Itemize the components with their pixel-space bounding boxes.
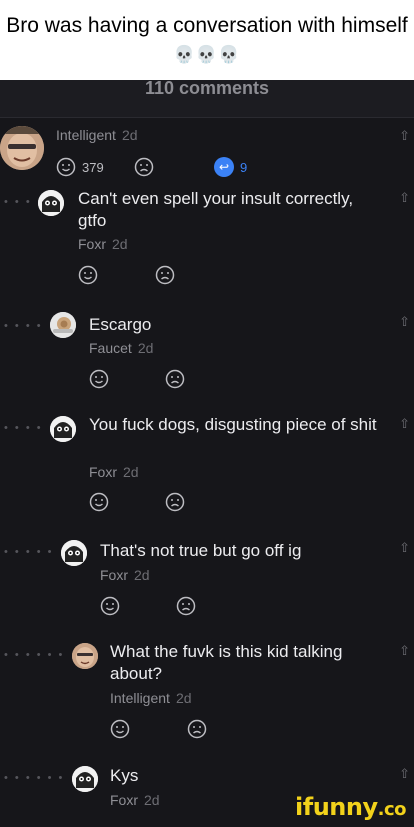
share-icon[interactable]: ⇧ <box>399 540 410 556</box>
smile-reaction[interactable]: 379 <box>56 157 104 177</box>
comment-text: You fuck dogs, disgusting piece of shit <box>89 415 377 434</box>
comment-meta: Intelligent 2d <box>110 690 192 706</box>
timestamp: 2d <box>112 236 128 252</box>
thread-depth-dots: • • • • • • <box>4 649 65 661</box>
frown-reaction[interactable] <box>134 157 154 177</box>
frown-reaction[interactable] <box>165 492 185 515</box>
comment-meta: Foxr 2d <box>78 236 128 252</box>
comment-text: What the fuvk is this kid talking about? <box>110 642 343 683</box>
reply-count: 9 <box>240 159 248 175</box>
username[interactable]: Foxr <box>110 792 138 808</box>
share-icon[interactable]: ⇧ <box>399 128 410 144</box>
thread-depth-dots: • • • • • <box>4 546 54 558</box>
comments-screen: 110 comments Intelligent 2d ⇧ 379 ↩ 9 • •… <box>0 80 414 827</box>
watermark-text: ifunny <box>295 793 378 821</box>
timestamp: 2d <box>175 690 192 706</box>
smile-icon <box>78 265 98 285</box>
smile-reaction[interactable] <box>78 265 98 288</box>
smile-reaction[interactable] <box>89 369 109 392</box>
avatar-foxr[interactable] <box>50 416 76 442</box>
face-photo-icon <box>0 126 44 170</box>
username[interactable]: Foxr <box>89 464 117 480</box>
replies-button[interactable]: ↩ 9 <box>214 157 247 177</box>
skull-emoji: 💀💀💀 <box>173 45 241 64</box>
smile-reaction[interactable] <box>100 596 120 619</box>
comments-header: 110 comments <box>0 80 414 118</box>
frown-reaction[interactable] <box>155 265 175 288</box>
username[interactable]: Foxr <box>100 567 128 583</box>
smile-icon <box>89 369 109 389</box>
cartoon-avatar-icon <box>61 540 87 566</box>
frown-reaction[interactable] <box>165 369 185 392</box>
timestamp: 2d <box>123 464 139 480</box>
timestamp: 2d <box>144 792 160 808</box>
reply-arrow-icon: ↩ <box>214 157 234 177</box>
thread-depth-dots: • • • • <box>4 320 43 332</box>
username[interactable]: Foxr <box>78 236 106 252</box>
avatar-foxr[interactable] <box>72 766 98 792</box>
comment-text: Can't even spell your insult correctly, … <box>78 189 354 230</box>
frown-icon <box>165 492 185 512</box>
comment-text: That's not true but go off ig <box>100 541 302 560</box>
smile-reaction[interactable] <box>110 719 130 742</box>
thread-depth-dots: • • • • <box>4 422 43 434</box>
comment-text: Escargo <box>89 315 152 334</box>
smile-reaction[interactable] <box>89 492 109 515</box>
face-photo-icon <box>72 643 98 669</box>
frown-reaction[interactable] <box>176 596 196 619</box>
share-icon[interactable]: ⇧ <box>399 643 410 659</box>
thread-depth-dots: • • • • • • <box>4 772 65 784</box>
cartoon-avatar-icon <box>38 190 64 216</box>
caption-text: Bro was having a conversation with himse… <box>6 14 408 37</box>
comment-meta: Faucet 2d <box>89 340 153 356</box>
timestamp: 2d <box>121 127 138 143</box>
timestamp: 2d <box>134 567 150 583</box>
smile-icon <box>89 492 109 512</box>
frown-icon <box>134 157 154 177</box>
snail-avatar-icon <box>50 312 76 338</box>
cartoon-avatar-icon <box>50 416 76 442</box>
avatar-foxr[interactable] <box>38 190 64 216</box>
avatar-intelligent[interactable] <box>0 126 44 170</box>
username[interactable]: Intelligent <box>110 690 170 706</box>
timestamp: 2d <box>137 340 154 356</box>
avatar-intelligent[interactable] <box>72 643 98 669</box>
avatar-foxr[interactable] <box>61 540 87 566</box>
smile-icon <box>56 157 76 177</box>
comments-count-title: 110 comments <box>144 80 270 98</box>
watermark-suffix: .co <box>377 799 407 820</box>
username[interactable]: Intelligent <box>56 127 116 143</box>
frown-reaction[interactable] <box>187 719 207 742</box>
smile-count: 379 <box>82 159 104 175</box>
username[interactable]: Faucet <box>89 340 132 356</box>
comment-meta: Foxr 2d <box>110 792 160 808</box>
ifunny-watermark: ifunny.co <box>295 793 406 821</box>
share-icon[interactable]: ⇧ <box>399 766 410 782</box>
smile-icon <box>100 596 120 616</box>
thread-depth-dots: • • • <box>4 196 32 208</box>
cartoon-avatar-icon <box>72 766 98 792</box>
comment-meta: Foxr 2d <box>100 567 150 583</box>
share-icon[interactable]: ⇧ <box>399 190 410 206</box>
frown-icon <box>187 719 207 739</box>
avatar-faucet[interactable] <box>50 312 76 338</box>
meme-caption: Bro was having a conversation with himse… <box>0 0 414 80</box>
comment-text: Kys <box>110 766 139 785</box>
top-comment-meta: Intelligent 2d <box>56 127 138 143</box>
share-icon[interactable]: ⇧ <box>399 416 410 432</box>
comment-meta: Foxr 2d <box>89 464 139 480</box>
share-icon[interactable]: ⇧ <box>399 314 410 330</box>
frown-icon <box>155 265 175 285</box>
frown-icon <box>176 596 196 616</box>
frown-icon <box>165 369 185 389</box>
smile-icon <box>110 719 130 739</box>
